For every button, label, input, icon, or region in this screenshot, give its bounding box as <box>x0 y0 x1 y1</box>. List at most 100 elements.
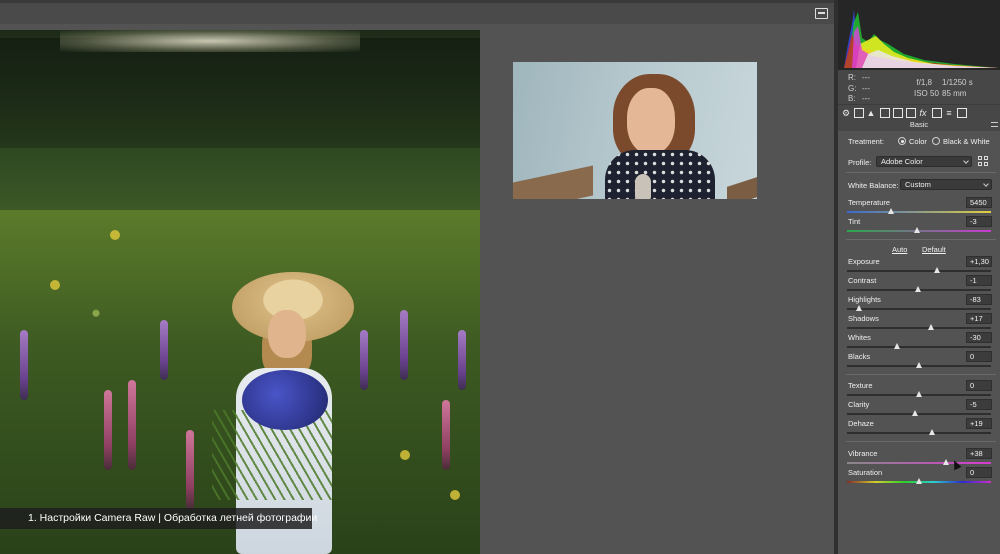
yellow-flower <box>450 490 460 500</box>
lupine-flower <box>360 330 368 390</box>
b-label: B: <box>848 94 856 103</box>
slider-track-dehaze[interactable] <box>847 432 991 434</box>
lupine-flower <box>442 400 450 470</box>
tone-curve-icon[interactable] <box>854 108 864 118</box>
slider-thumb-highlights[interactable] <box>855 305 862 311</box>
fx-icon[interactable]: fx <box>918 108 928 118</box>
white-balance-value: Custom <box>905 180 931 189</box>
lupine-bouquet <box>242 370 328 430</box>
slider-value-shadows[interactable]: +17 <box>966 313 992 324</box>
slider-label-temperature: Temperature <box>848 198 891 207</box>
presets-icon[interactable]: ≡ <box>944 108 954 118</box>
slider-value-tint[interactable]: -3 <box>966 216 992 227</box>
slider-label-highlights: Highlights <box>848 295 881 304</box>
lupine-flower <box>104 390 112 470</box>
slider-track-highlights[interactable] <box>847 308 991 310</box>
profile-select[interactable]: Adobe Color <box>876 156 972 167</box>
slider-thumb-blacks[interactable] <box>915 362 922 368</box>
presenter-polka-dress <box>605 150 715 199</box>
shutter-speed: 1/1250 s <box>942 78 973 87</box>
slider-value-vibrance[interactable]: +38 <box>966 448 992 459</box>
lupine-flower <box>128 380 136 470</box>
yellow-flower <box>50 280 60 290</box>
slider-thumb-whites[interactable] <box>893 343 900 349</box>
slider-value-contrast[interactable]: -1 <box>966 275 992 286</box>
pixel-readout: R: --- G: --- B: --- f/1,8 1/1250 s ISO 50 85… <box>838 70 1000 104</box>
white-balance-select[interactable]: Custom <box>900 179 992 190</box>
slider-thumb-exposure[interactable] <box>934 267 941 273</box>
slider-thumb-dehaze[interactable] <box>929 429 936 435</box>
snapshots-icon[interactable] <box>957 108 967 118</box>
lupine-flower <box>160 320 168 380</box>
photo-treeline <box>0 38 480 148</box>
iso: ISO 50 <box>914 89 939 98</box>
camera-info: f/1,8 1/1250 s ISO 50 85 mm <box>912 77 974 99</box>
slider-value-temperature[interactable]: 5450 <box>966 197 992 208</box>
default-link[interactable]: Default <box>922 245 946 254</box>
r-label: R: <box>848 73 856 82</box>
divider <box>846 441 996 442</box>
slider-track-exposure[interactable] <box>847 270 991 272</box>
lupine-flower <box>186 430 194 510</box>
photo-preview: 1. Настройки Camera Raw | Обработка летн… <box>0 30 480 554</box>
histogram <box>838 0 1000 70</box>
slider-value-clarity[interactable]: -5 <box>966 399 992 410</box>
presenter-face <box>627 88 675 154</box>
calibration-icon[interactable] <box>932 108 942 118</box>
slider-track-clarity[interactable] <box>847 413 991 415</box>
slider-label-saturation: Saturation <box>848 468 883 477</box>
slider-value-highlights[interactable]: -83 <box>966 294 992 305</box>
slider-thumb-contrast[interactable] <box>914 286 921 292</box>
slider-thumb-shadows[interactable] <box>927 324 934 330</box>
slider-value-dehaze[interactable]: +19 <box>966 418 992 429</box>
slider-value-blacks[interactable]: 0 <box>966 351 992 362</box>
slider-track-whites[interactable] <box>847 346 991 348</box>
gear-icon[interactable]: ⚙ <box>841 108 851 118</box>
lens-corrections-icon[interactable] <box>906 108 916 118</box>
panel-menu-icon[interactable] <box>991 122 998 127</box>
slider-thumb-tint[interactable] <box>914 227 921 233</box>
profile-browser-icon[interactable] <box>978 156 990 167</box>
g-label: G: <box>848 83 857 93</box>
slider-value-texture[interactable]: 0 <box>966 380 992 391</box>
focal-length: 85 mm <box>942 89 967 98</box>
section-title: Basic <box>909 120 929 129</box>
slider-thumb-saturation[interactable] <box>915 478 922 484</box>
treatment-color-radio[interactable] <box>898 137 906 145</box>
slider-label-contrast: Contrast <box>848 276 877 285</box>
preview-canvas: 1. Настройки Camera Raw | Обработка летн… <box>0 24 834 554</box>
lupine-flower <box>458 330 466 390</box>
slider-value-saturation[interactable]: 0 <box>966 467 992 478</box>
exit-fullscreen-icon[interactable] <box>815 8 828 19</box>
treatment-bw-label[interactable]: Black & White <box>943 137 990 146</box>
slider-value-whites[interactable]: -30 <box>966 332 992 343</box>
yellow-flower <box>110 230 120 240</box>
split-toning-icon[interactable] <box>893 108 903 118</box>
yellow-flower <box>400 450 410 460</box>
slider-track-vibrance[interactable] <box>847 462 991 464</box>
profile-label: Profile: <box>848 158 872 167</box>
slider-thumb-temperature[interactable] <box>888 208 895 214</box>
slider-track-temperature[interactable] <box>847 211 991 213</box>
slider-value-exposure[interactable]: +1,30 <box>966 256 992 267</box>
treatment-color-label[interactable]: Color <box>909 137 927 146</box>
presenter-webcam <box>513 62 757 199</box>
detail-icon[interactable]: ▲ <box>866 108 876 118</box>
lupine-flower <box>20 330 28 400</box>
microphone <box>635 174 651 199</box>
slider-thumb-texture[interactable] <box>915 391 922 397</box>
auto-link[interactable]: Auto <box>892 245 907 254</box>
r-value: --- <box>862 73 870 82</box>
hsl-icon[interactable] <box>880 108 890 118</box>
slider-label-texture: Texture <box>848 381 873 390</box>
slider-thumb-vibrance[interactable] <box>942 459 949 465</box>
adjustments-panel: R: --- G: --- B: --- f/1,8 1/1250 s ISO 50 85… <box>838 0 1000 554</box>
treatment-bw-radio[interactable] <box>932 137 940 145</box>
b-value: --- <box>862 94 870 103</box>
divider <box>846 374 996 375</box>
slider-thumb-clarity[interactable] <box>911 410 918 416</box>
rgb-values: R: --- G: --- B: --- <box>848 73 870 105</box>
slider-track-shadows[interactable] <box>847 327 991 329</box>
webcam-chair <box>727 177 757 199</box>
panel-tabs: ⚙ ▲ fx ≡ <box>838 104 1000 120</box>
